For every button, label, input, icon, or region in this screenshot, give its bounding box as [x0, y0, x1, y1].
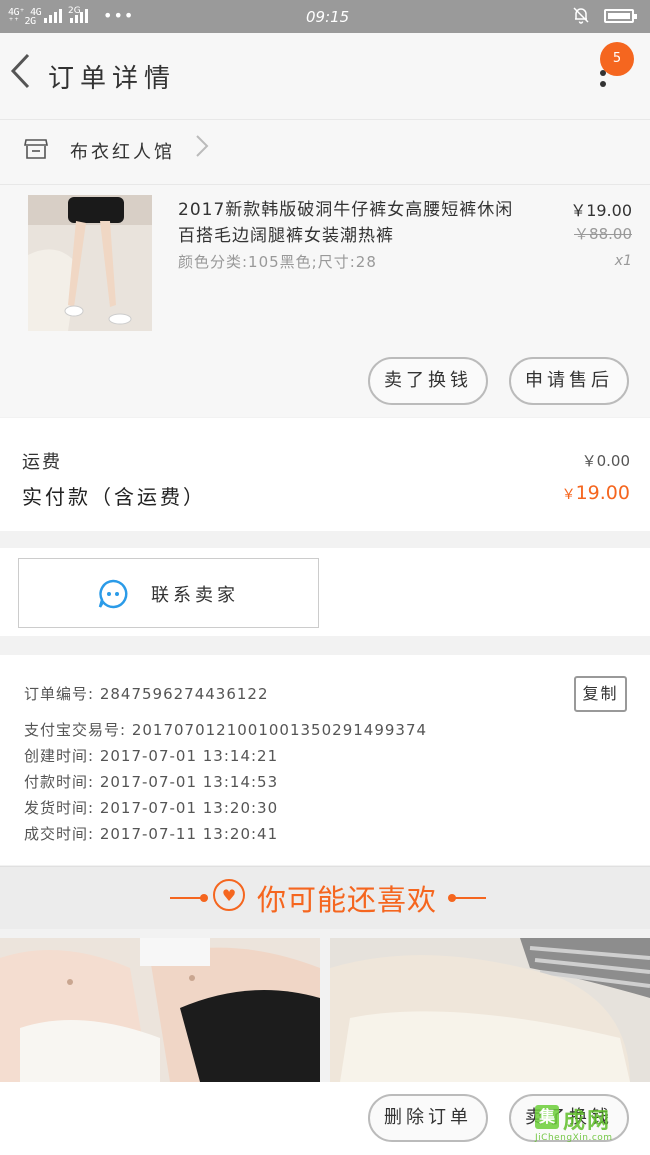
after-sale-button[interactable]: 申请售后	[509, 357, 629, 405]
shipping-label: 运费	[22, 452, 62, 473]
status-dots: •••	[103, 6, 135, 25]
product-original-price: ￥88.00	[574, 225, 632, 243]
recommend-header: ♥ 你可能还喜欢	[0, 866, 650, 929]
heart-icon: ♥	[213, 879, 245, 911]
status-bar: 4G⁺ 4G ⁺⁺ 2G 2G ••• 09:15	[0, 0, 650, 33]
notification-badge[interactable]: 5	[600, 42, 634, 76]
product-image[interactable]	[28, 195, 152, 331]
bottom-action-bar: 删除订单 卖了换钱 集 成网 JiChengXin.com	[0, 1082, 650, 1155]
contact-seller-button[interactable]: 联系卖家	[18, 558, 319, 628]
header-bar: 订单详情 5	[0, 33, 650, 120]
delete-order-button[interactable]: 删除订单	[368, 1094, 488, 1142]
network-bottom-label: ⁺⁺ 2G	[8, 16, 36, 27]
watermark-logo: 集 成网 JiChengXin.com	[535, 1103, 647, 1143]
divider-right	[452, 897, 486, 899]
product-price: ￥19.00	[570, 201, 632, 220]
watermark-url: JiChengXin.com	[535, 1133, 613, 1143]
resell-button[interactable]: 卖了换钱	[368, 357, 488, 405]
store-icon	[24, 138, 48, 160]
page-title: 订单详情	[48, 64, 177, 94]
battery-icon	[604, 9, 637, 23]
product-name[interactable]: 2017新款韩版破洞牛仔裤女高腰短裤休闲百搭毛边阔腿裤女装潮热裤	[178, 197, 528, 249]
recommend-item-2-image[interactable]	[330, 938, 650, 1082]
watermark-text: 成网	[563, 1109, 612, 1134]
order-number: 订单编号: 2847596274436122	[24, 685, 269, 703]
signal-2-icon	[70, 9, 90, 23]
chevron-left-icon	[10, 53, 30, 89]
contact-seller-label: 联系卖家	[151, 585, 239, 606]
created-time: 创建时间: 2017-07-01 13:14:21	[24, 747, 279, 765]
product-spec: 颜色分类:105黑色;尺寸:28	[178, 253, 377, 271]
recommend-title: 你可能还喜欢	[257, 883, 438, 917]
paid-currency: ￥	[561, 487, 576, 503]
shop-row[interactable]: 布衣红人馆	[0, 120, 650, 185]
status-time: 09:15	[306, 8, 350, 26]
shop-name[interactable]: 布衣红人馆	[70, 138, 175, 164]
recommend-item-1-image[interactable]	[0, 938, 320, 1082]
divider-dot-left	[200, 894, 208, 902]
paid-amount: ￥19.00	[540, 482, 630, 504]
divider-left	[170, 897, 204, 899]
watermark-mark: 集	[535, 1105, 559, 1129]
alipay-trade-number: 支付宝交易号: 2017070121001001350291499374	[24, 721, 428, 739]
mute-bell-icon	[572, 6, 590, 29]
order-info-section: 订单编号: 2847596274436122 复制 支付宝交易号: 201707…	[0, 655, 650, 865]
signal-icon	[44, 9, 64, 23]
back-button[interactable]	[8, 51, 32, 100]
copy-button[interactable]: 复制	[574, 676, 627, 712]
totals-section: 运费 ￥0.00 实付款（含运费） ￥19.00	[0, 418, 650, 531]
chevron-right-icon	[194, 131, 210, 168]
contact-section: 联系卖家	[0, 548, 650, 636]
product-card: 2017新款韩版破洞牛仔裤女高腰短裤休闲百搭毛边阔腿裤女装潮热裤 颜色分类:10…	[0, 185, 650, 417]
shipping-value: ￥0.00	[581, 452, 630, 470]
paid-value: 19.00	[575, 482, 630, 504]
network-indicator: 4G⁺ 4G ⁺⁺ 2G	[8, 8, 42, 27]
product-quantity: x1	[614, 253, 632, 269]
paid-label: 实付款（含运费）	[22, 485, 206, 509]
shipped-time: 发货时间: 2017-07-01 13:20:30	[24, 799, 279, 817]
chat-bubble-icon	[97, 578, 129, 610]
completed-time: 成交时间: 2017-07-11 13:20:41	[24, 825, 279, 843]
paid-time: 付款时间: 2017-07-01 13:14:53	[24, 773, 279, 791]
